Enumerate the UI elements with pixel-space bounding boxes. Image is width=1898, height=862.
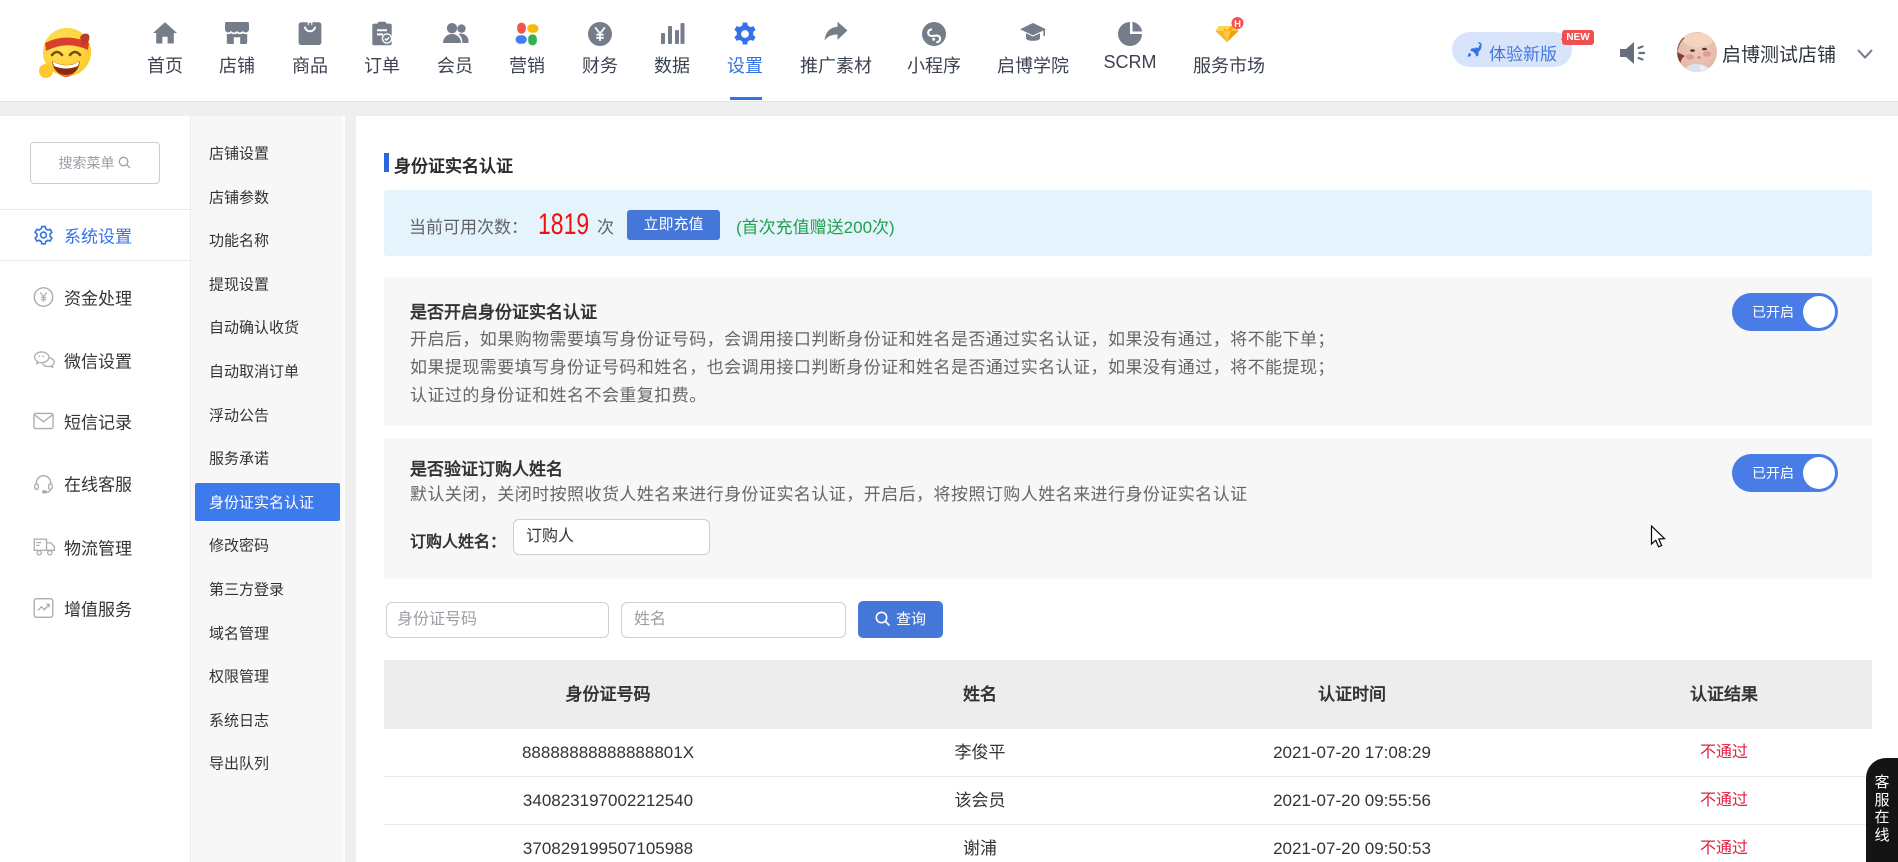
svg-text:H: H [1234, 19, 1241, 30]
